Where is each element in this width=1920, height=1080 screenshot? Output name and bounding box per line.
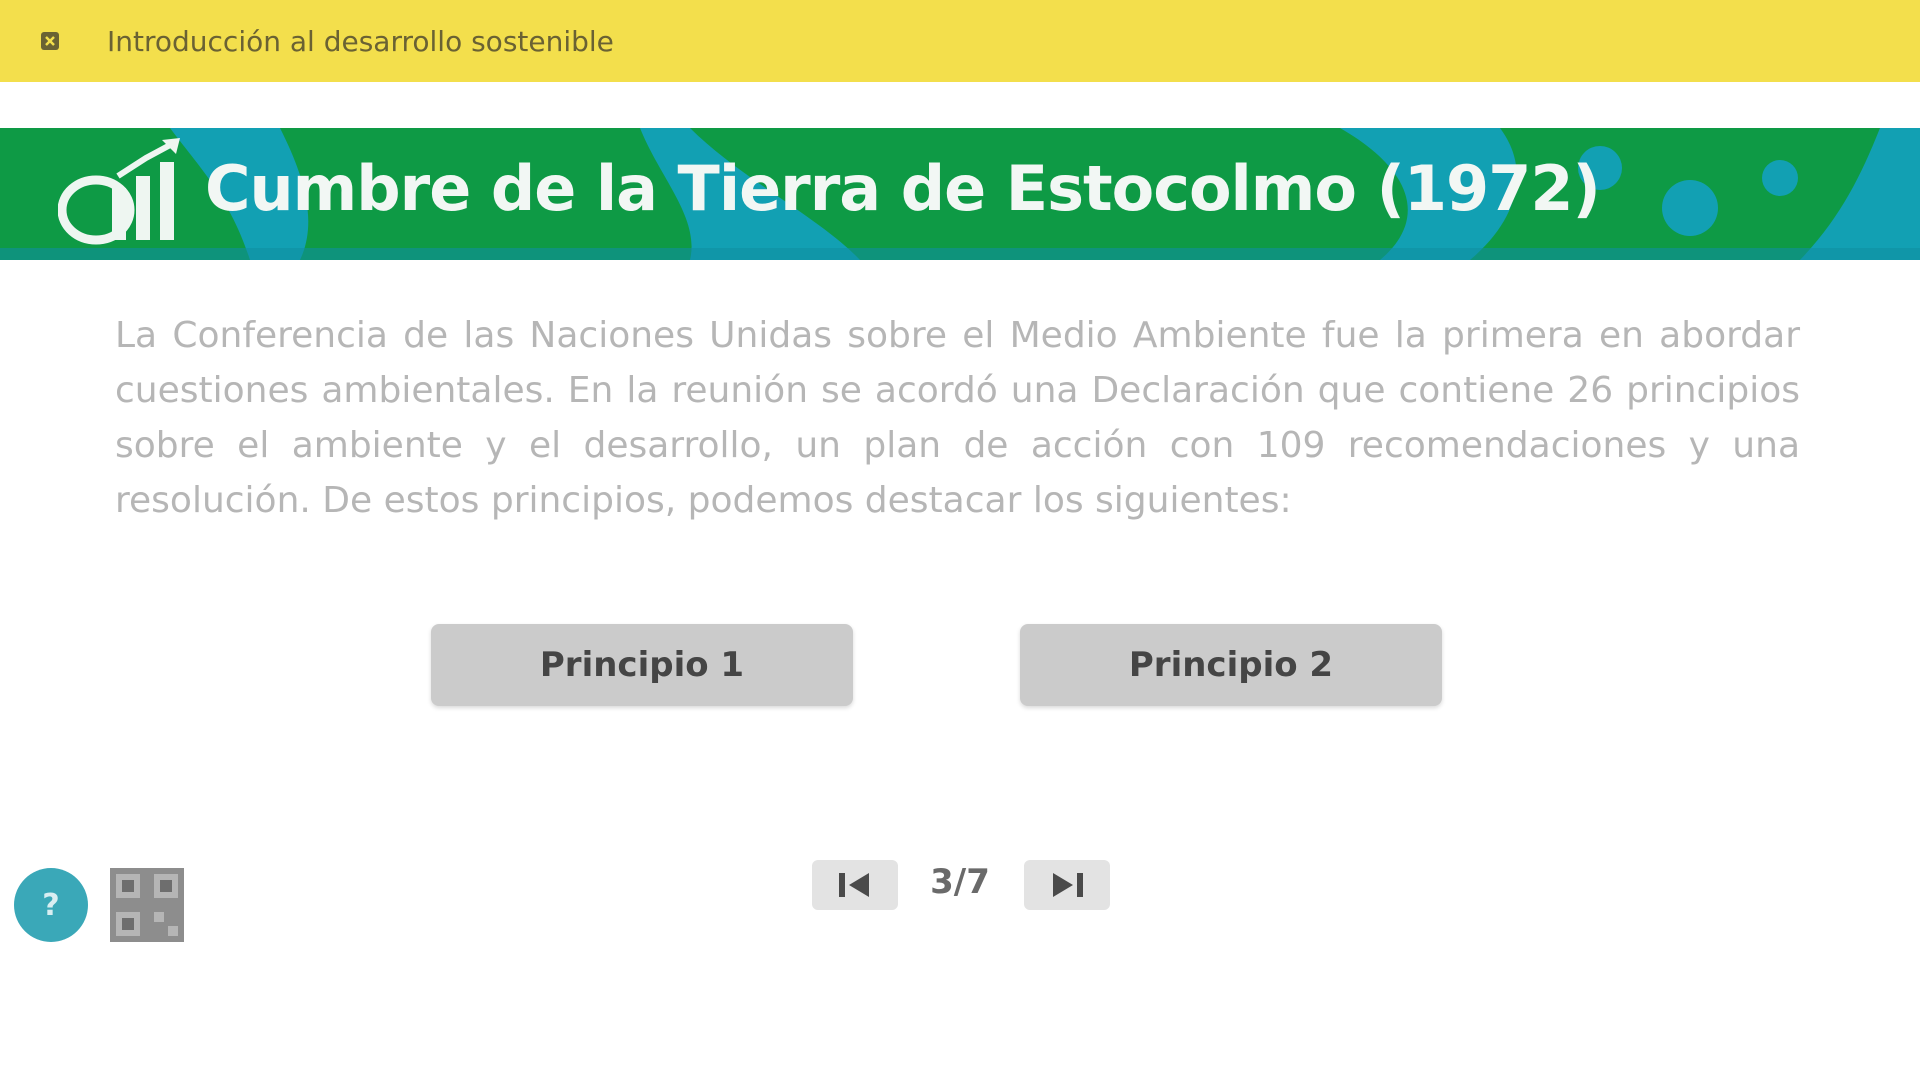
- help-button[interactable]: ?: [14, 868, 88, 942]
- chevron-right-icon: [1053, 873, 1083, 897]
- banner-title: Cumbre de la Tierra de Estocolmo (1972): [205, 152, 1601, 225]
- next-page-button[interactable]: [1024, 860, 1110, 910]
- chevron-left-icon: [839, 873, 869, 897]
- page-indicator: 3/7: [930, 862, 990, 902]
- course-title: Introducción al desarrollo sostenible: [107, 24, 614, 58]
- section-banner: Cumbre de la Tierra de Estocolmo (1972): [0, 128, 1920, 260]
- close-icon[interactable]: [39, 30, 61, 52]
- chart-growth-icon: [57, 138, 188, 256]
- previous-page-button[interactable]: [812, 860, 898, 910]
- principle-1-button[interactable]: Principio 1: [431, 624, 853, 706]
- principle-2-button[interactable]: Principio 2: [1020, 624, 1442, 706]
- help-icon: ?: [42, 887, 60, 923]
- top-bar: Introducción al desarrollo sostenible: [0, 0, 1920, 82]
- qr-code-icon[interactable]: [110, 868, 184, 942]
- intro-paragraph: La Conferencia de las Naciones Unidas so…: [115, 315, 1800, 521]
